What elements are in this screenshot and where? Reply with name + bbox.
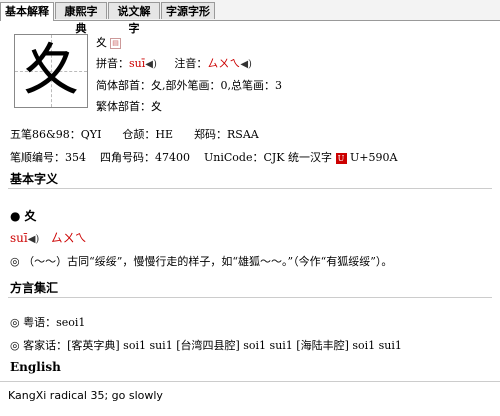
zhengma-code: 郑码：RSAA bbox=[194, 128, 259, 141]
dialect-hakka: ◎ 客家话：[客英字典] soi1 sui1 [台湾四县腔] soi1 sui1… bbox=[10, 339, 402, 352]
pinyin-label: 拼音： bbox=[96, 57, 129, 70]
stroke-order-icon[interactable]: ▤ bbox=[110, 37, 121, 49]
english-heading: English bbox=[10, 360, 61, 374]
pronunciation-line: 拼音：suī◀) 注音：ㄙㄨㄟ◀) bbox=[96, 55, 252, 71]
small-character-line: 夊 ▤ bbox=[96, 34, 121, 50]
tab-basic-explanation[interactable]: 基本解释 bbox=[0, 2, 54, 21]
entry-pinyin: suī bbox=[10, 231, 28, 245]
tab-character-origin[interactable]: 字源字形 bbox=[161, 2, 215, 19]
codes-row-1: 五笔86&98：QYI 仓颉：HE 郑码：RSAA bbox=[10, 126, 259, 142]
zhuyin-value: ㄙㄨㄟ bbox=[207, 57, 241, 70]
entry-character: 夊 bbox=[24, 209, 37, 223]
bullet-icon: ● bbox=[10, 209, 21, 223]
wubi-code: 五笔86&98：QYI bbox=[10, 128, 102, 141]
dialect-heading: 方言集汇 bbox=[10, 281, 59, 295]
divider bbox=[8, 188, 492, 189]
unicode-value: U+590A bbox=[350, 151, 398, 164]
tab-kangxi-dictionary[interactable]: 康熙字典 bbox=[55, 2, 107, 35]
zhuyin-label: 注音： bbox=[174, 57, 208, 70]
speaker-icon[interactable]: ◀) bbox=[145, 59, 157, 70]
unicode-logo-icon: U bbox=[335, 152, 347, 164]
radical-line: 简体部首：夂,部外笔画：0,总笔画：3 bbox=[96, 79, 282, 92]
big-character: 夊 bbox=[23, 38, 79, 103]
english-definition: KangXi radical 35; go slowly bbox=[8, 389, 163, 402]
dialect-cantonese: ◎ 粤语：seoi1 bbox=[10, 316, 86, 329]
character-grid-box: 夊 bbox=[14, 34, 88, 108]
pinyin-value: suī bbox=[129, 57, 146, 70]
stroke-order-number: 笔顺编号：354 bbox=[10, 151, 86, 164]
cangjie-code: 仓颉：HE bbox=[122, 128, 174, 141]
entry-definition: ◎ （～～）古同“绥绥”，慢慢行走的样子，如“雄狐～～。”（今作“有狐绥绥”）。 bbox=[10, 255, 393, 268]
codes-row-2: 笔顺编号：354 四角号码：47400 UniCode：CJK 统一汉字 U U… bbox=[10, 149, 397, 165]
four-corner-code: 四角号码：47400 bbox=[100, 151, 190, 164]
traditional-radical-line: 繁体部首：夊 bbox=[96, 100, 162, 113]
entry-pronunciation: suī◀) ㄙㄨㄟ bbox=[10, 229, 87, 246]
tab-bar: 基本解释 康熙字典 说文解字 字源字形 bbox=[0, 0, 500, 35]
divider bbox=[8, 297, 492, 298]
tab-shuowen[interactable]: 说文解字 bbox=[108, 2, 160, 35]
unicode-info: UniCode：CJK 统一汉字 bbox=[204, 151, 333, 164]
speaker-icon[interactable]: ◀) bbox=[28, 234, 40, 245]
small-character: 夊 bbox=[96, 36, 107, 49]
entry-headword: ● 夊 bbox=[10, 207, 36, 224]
speaker-icon[interactable]: ◀) bbox=[240, 59, 252, 70]
divider bbox=[0, 381, 500, 382]
basic-meaning-heading: 基本字义 bbox=[10, 172, 59, 186]
entry-zhuyin: ㄙㄨㄟ bbox=[50, 231, 87, 245]
